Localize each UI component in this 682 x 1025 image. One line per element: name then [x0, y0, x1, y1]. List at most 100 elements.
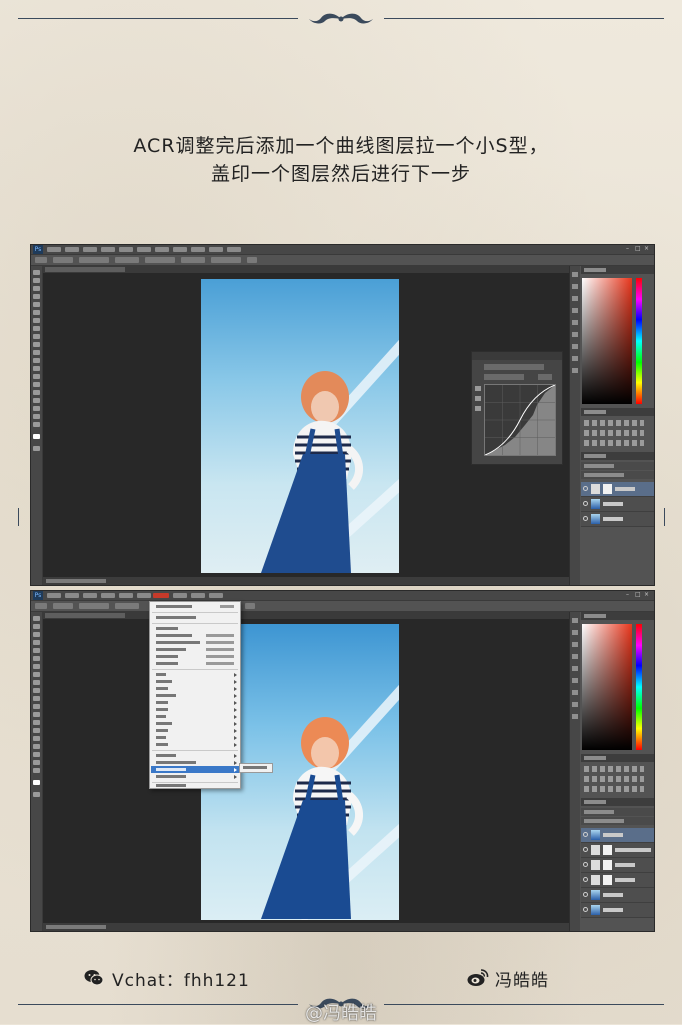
menu-option[interactable] [156, 729, 168, 732]
visibility-eye-icon[interactable] [583, 862, 588, 867]
menu-option[interactable] [156, 743, 168, 746]
hue-slider[interactable] [636, 278, 642, 404]
visibility-eye-icon[interactable] [583, 501, 588, 506]
layer-row[interactable] [581, 873, 654, 888]
type-tool-icon[interactable] [33, 390, 40, 395]
lasso-tool-icon[interactable] [33, 632, 40, 637]
submenu-option[interactable] [243, 766, 267, 769]
document-canvas[interactable] [43, 619, 569, 923]
maximize-icon[interactable]: □ [635, 246, 641, 252]
panel-icon[interactable] [572, 272, 578, 277]
menu-item[interactable] [101, 593, 115, 598]
menu-option[interactable] [156, 784, 186, 787]
menu-option[interactable] [156, 701, 168, 704]
stamp-tool-icon[interactable] [33, 680, 40, 685]
menu-option[interactable] [156, 648, 186, 651]
panel-icon[interactable] [572, 690, 578, 695]
panel-icon[interactable] [572, 678, 578, 683]
visibility-eye-icon[interactable] [583, 486, 588, 491]
layers-blend-row[interactable] [581, 462, 654, 470]
maximize-icon[interactable]: □ [635, 592, 641, 598]
pen-tool-icon[interactable] [33, 728, 40, 733]
menu-item[interactable] [65, 247, 79, 252]
blur-tool-icon[interactable] [33, 366, 40, 371]
option-control[interactable] [79, 257, 109, 263]
move-tool-icon[interactable] [33, 616, 40, 621]
hand-tool-icon[interactable] [33, 414, 40, 419]
eyedropper-icon[interactable] [475, 396, 481, 401]
visibility-eye-icon[interactable] [583, 907, 588, 912]
filter-dropdown-menu[interactable] [149, 601, 241, 789]
menu-item[interactable] [137, 247, 151, 252]
layer-row[interactable] [581, 482, 654, 497]
panel-icon[interactable] [572, 630, 578, 635]
menu-item[interactable] [83, 593, 97, 598]
curves-properties-panel[interactable] [471, 351, 563, 465]
zoom-tool-icon[interactable] [33, 768, 40, 773]
option-control[interactable] [145, 257, 175, 263]
option-control[interactable] [79, 603, 109, 609]
adjustment-icons-row[interactable] [584, 440, 644, 446]
panel-icon[interactable] [572, 368, 578, 373]
hand-tool-icon[interactable] [33, 760, 40, 765]
panel-icon[interactable] [572, 284, 578, 289]
brush-tool-icon[interactable] [33, 326, 40, 331]
eraser-tool-icon[interactable] [33, 350, 40, 355]
menu-item[interactable] [47, 593, 61, 598]
layers-lock-row[interactable] [581, 471, 654, 479]
layers-blend-row[interactable] [581, 808, 654, 816]
option-control[interactable] [53, 257, 73, 263]
marquee-tool-icon[interactable] [33, 278, 40, 283]
menu-option[interactable] [156, 715, 166, 718]
menu-option[interactable] [156, 722, 172, 725]
color-picker-field[interactable] [582, 278, 632, 404]
brush-tool-icon[interactable] [33, 672, 40, 677]
menu-item[interactable] [191, 247, 205, 252]
menu-option[interactable] [156, 605, 192, 608]
panel-icon[interactable] [572, 642, 578, 647]
minimize-icon[interactable]: – [626, 246, 632, 252]
menu-option[interactable] [156, 662, 178, 665]
menu-item[interactable] [209, 247, 223, 252]
document-canvas[interactable] [43, 273, 569, 577]
adjustment-icons-row[interactable] [584, 766, 644, 772]
menu-option[interactable] [156, 616, 196, 619]
visibility-eye-icon[interactable] [583, 892, 588, 897]
stamp-tool-icon[interactable] [33, 334, 40, 339]
menu-option[interactable] [156, 761, 196, 764]
option-control[interactable] [211, 257, 241, 263]
menu-item[interactable] [119, 247, 133, 252]
path-select-tool-icon[interactable] [33, 744, 40, 749]
menu-item[interactable] [173, 247, 187, 252]
foreground-color-swatch[interactable] [33, 434, 40, 439]
channel-dropdown[interactable] [484, 374, 524, 380]
quick-mask-icon[interactable] [33, 446, 40, 451]
eyedropper-tool-icon[interactable] [33, 310, 40, 315]
document-tab[interactable] [45, 267, 125, 272]
menu-option[interactable] [156, 641, 200, 644]
document-tab[interactable] [45, 613, 125, 618]
tool-preset-picker[interactable] [35, 603, 47, 609]
move-tool-icon[interactable] [33, 270, 40, 275]
history-brush-tool-icon[interactable] [33, 688, 40, 693]
auto-button[interactable] [538, 374, 552, 380]
layers-lock-row[interactable] [581, 817, 654, 825]
shape-tool-icon[interactable] [33, 752, 40, 757]
option-control[interactable] [53, 603, 73, 609]
blur-tool-icon[interactable] [33, 712, 40, 717]
quick-select-tool-icon[interactable] [33, 294, 40, 299]
type-tool-icon[interactable] [33, 736, 40, 741]
foreground-color-swatch[interactable] [33, 780, 40, 785]
color-picker-field[interactable] [582, 624, 632, 750]
zoom-tool-icon[interactable] [33, 422, 40, 427]
adjustment-icons-row[interactable] [584, 786, 644, 792]
menu-option[interactable] [156, 736, 166, 739]
layer-row[interactable] [581, 903, 654, 918]
layer-row[interactable] [581, 828, 654, 843]
menu-option[interactable] [156, 634, 192, 637]
quick-mask-icon[interactable] [33, 792, 40, 797]
panel-icon[interactable] [572, 296, 578, 301]
filter-submenu[interactable] [239, 763, 273, 773]
menu-item[interactable] [227, 247, 241, 252]
menu-option[interactable] [156, 694, 176, 697]
